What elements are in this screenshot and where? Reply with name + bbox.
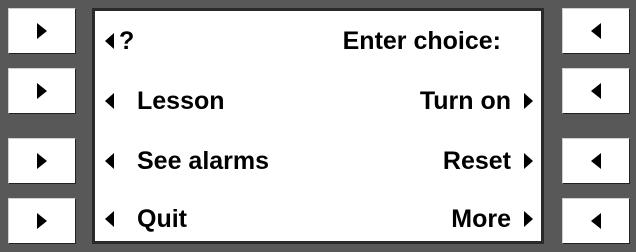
menu-option-reset: Reset (442, 147, 511, 175)
menu-row-3: Quit More (95, 199, 541, 239)
triangle-left-icon (591, 83, 601, 99)
triangle-left-icon (105, 153, 114, 169)
triangle-left-icon (591, 213, 601, 229)
triangle-right-icon (524, 153, 533, 169)
left-softkey-4[interactable] (8, 198, 76, 244)
menu-row-1: Lesson Turn on (95, 81, 541, 121)
menu-option-see-alarms: See alarms (137, 147, 270, 175)
triangle-left-icon (105, 33, 114, 49)
menu-option-quit: Quit (137, 205, 187, 233)
triangle-right-icon (524, 93, 533, 109)
right-softkey-4[interactable] (562, 198, 630, 244)
triangle-left-icon (105, 211, 114, 227)
left-softkey-3[interactable] (8, 138, 76, 184)
help-indicator: ? (119, 27, 135, 55)
triangle-right-icon (37, 213, 47, 229)
menu-option-turn-on: Turn on (419, 87, 511, 115)
menu-row-2: See alarms Reset (95, 141, 541, 181)
triangle-right-icon (524, 211, 533, 227)
prompt-row: ? Enter choice: (95, 21, 541, 61)
triangle-left-icon (105, 93, 114, 109)
triangle-left-icon (591, 153, 601, 169)
lcd-screen: ? Enter choice: Lesson Turn on See alarm… (92, 8, 544, 244)
menu-option-lesson: Lesson (137, 87, 225, 115)
triangle-right-icon (37, 23, 47, 39)
left-softkey-2[interactable] (8, 68, 76, 114)
triangle-right-icon (37, 153, 47, 169)
right-softkey-1[interactable] (562, 8, 630, 54)
right-softkey-3[interactable] (562, 138, 630, 184)
triangle-right-icon (37, 83, 47, 99)
triangle-left-icon (591, 23, 601, 39)
device-panel: ? Enter choice: Lesson Turn on See alarm… (0, 0, 636, 252)
left-softkey-1[interactable] (8, 8, 76, 54)
menu-option-more: More (451, 205, 511, 233)
right-softkey-2[interactable] (562, 68, 630, 114)
prompt-title: Enter choice: (342, 27, 501, 55)
